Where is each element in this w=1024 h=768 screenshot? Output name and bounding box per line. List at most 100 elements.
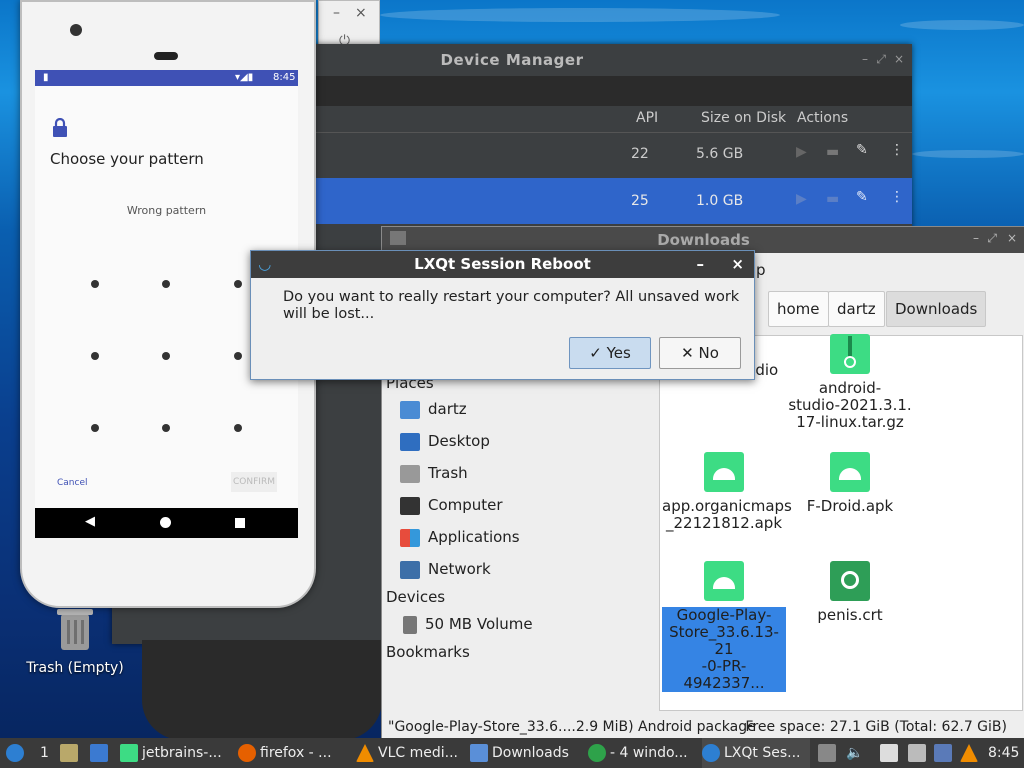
tray-vlc[interactable] bbox=[960, 738, 982, 768]
pattern-dot[interactable] bbox=[234, 352, 242, 360]
start-menu-button[interactable] bbox=[6, 738, 28, 768]
sidebar-item-trash[interactable]: Trash bbox=[400, 461, 468, 485]
show-desktop-icon bbox=[90, 744, 108, 762]
volume-icon: 🔈 bbox=[846, 745, 864, 761]
home-folder-icon bbox=[400, 400, 420, 419]
android-package-icon bbox=[830, 452, 870, 492]
task-windows[interactable]: - 4 windo... bbox=[588, 738, 696, 768]
pattern-dot[interactable] bbox=[162, 352, 170, 360]
file-view[interactable]: android-studio android- studio-2021.3.1.… bbox=[659, 334, 1023, 711]
task-downloads[interactable]: Downloads bbox=[470, 738, 578, 768]
tray-volume[interactable]: 🔈 bbox=[846, 738, 863, 768]
phone-clock: 8:45 bbox=[273, 72, 296, 83]
no-button[interactable]: ✕ No bbox=[659, 337, 741, 369]
pattern-grid[interactable] bbox=[75, 266, 255, 436]
desktop-switcher[interactable]: 1 bbox=[40, 738, 49, 768]
edit-icon[interactable]: ✎ bbox=[856, 189, 868, 205]
file-manager-status: "Google-Play-Store_33.6....2.9 MiB) Andr… bbox=[388, 717, 1019, 737]
background-window[interactable]: – × ⏻ bbox=[318, 0, 380, 49]
file-item[interactable]: android- studio-2021.3.1. 17-linux.tar.g… bbox=[788, 334, 912, 431]
sidebar-item-desktop[interactable]: Desktop bbox=[400, 429, 490, 453]
cancel-button[interactable]: Cancel bbox=[57, 478, 88, 488]
file-name: penis.crt bbox=[817, 606, 883, 624]
minimize-icon[interactable]: – bbox=[333, 5, 340, 21]
device-api: 22 bbox=[631, 146, 649, 162]
recents-icon[interactable] bbox=[235, 518, 245, 528]
speaker-grille bbox=[154, 52, 178, 60]
close-icon[interactable]: × bbox=[355, 5, 367, 21]
signal-icon: ▾◢▮ bbox=[235, 72, 254, 83]
pattern-dot[interactable] bbox=[91, 280, 99, 288]
task-lxqt-session[interactable]: LXQt Ses... bbox=[702, 738, 810, 768]
breadcrumb-dartz[interactable]: dartz bbox=[828, 291, 885, 327]
file-item[interactable]: penis.crt bbox=[788, 561, 912, 624]
sidebar-item-computer[interactable]: Computer bbox=[400, 493, 503, 517]
sidebar-item-label: Applications bbox=[428, 528, 520, 546]
status-selection: "Google-Play-Store_33.6....2.9 MiB) Andr… bbox=[388, 719, 756, 735]
home-icon[interactable] bbox=[160, 517, 171, 528]
pattern-dot[interactable] bbox=[162, 424, 170, 432]
sidebar-item-label: Computer bbox=[428, 496, 503, 514]
firefox-icon bbox=[238, 744, 256, 762]
pattern-dot[interactable] bbox=[162, 280, 170, 288]
sidebar-item-volume[interactable]: 50 MB Volume bbox=[400, 612, 533, 636]
close-icon[interactable]: × bbox=[731, 251, 744, 278]
sidebar-item-applications[interactable]: Applications bbox=[400, 525, 520, 549]
breadcrumb-home[interactable]: home bbox=[768, 291, 829, 327]
task-vlc[interactable]: VLC medi... bbox=[356, 738, 464, 768]
tray-clipboard[interactable] bbox=[880, 738, 902, 768]
sidebar-item-network[interactable]: Network bbox=[400, 557, 491, 581]
maximize-icon[interactable]: ⤢ bbox=[876, 52, 886, 67]
desktop-icon bbox=[400, 432, 420, 451]
sd-card-icon: ▮ bbox=[43, 72, 49, 83]
lxqt-logo-icon bbox=[6, 744, 24, 762]
file-item[interactable]: app.organicmaps _22121812.apk bbox=[662, 452, 792, 532]
edit-icon[interactable]: ✎ bbox=[856, 142, 868, 158]
breadcrumb-downloads[interactable]: Downloads bbox=[886, 291, 987, 327]
minimize-icon[interactable]: – bbox=[973, 231, 979, 245]
trash-icon bbox=[400, 464, 420, 483]
check-icon: ✓ bbox=[589, 344, 602, 362]
pattern-dot[interactable] bbox=[91, 424, 99, 432]
more-icon[interactable]: ⋮ bbox=[890, 142, 904, 158]
trash-icon bbox=[57, 609, 93, 650]
maximize-icon[interactable]: ⤢ bbox=[987, 231, 997, 246]
wallpaper-streak bbox=[900, 20, 1024, 30]
pattern-dot[interactable] bbox=[234, 280, 242, 288]
task-jetbrains[interactable]: jetbrains-... bbox=[120, 738, 232, 768]
sidebar-item-label: Trash bbox=[428, 464, 468, 482]
folder-icon bbox=[390, 231, 406, 245]
close-icon[interactable]: × bbox=[1007, 231, 1017, 245]
reboot-dialog: ◡ LXQt Session Reboot – × Do you want to… bbox=[250, 250, 755, 380]
file-name: android- studio-2021.3.1. 17-linux.tar.g… bbox=[788, 379, 912, 431]
tray-eject[interactable] bbox=[818, 738, 840, 768]
minimize-icon[interactable]: – bbox=[862, 52, 868, 66]
folder-icon[interactable]: ▬ bbox=[826, 144, 839, 160]
yes-button[interactable]: ✓ Yes bbox=[569, 337, 651, 369]
play-icon[interactable]: ▶ bbox=[796, 144, 807, 160]
minimize-icon[interactable]: – bbox=[697, 251, 705, 278]
sidebar-item-dartz[interactable]: dartz bbox=[400, 397, 467, 421]
file-item[interactable]: F-Droid.apk bbox=[788, 452, 912, 515]
pattern-dot[interactable] bbox=[234, 424, 242, 432]
menu-fragment: p bbox=[756, 261, 766, 279]
pattern-dot[interactable] bbox=[91, 352, 99, 360]
quicklaunch-filemanager[interactable] bbox=[60, 738, 82, 768]
applications-icon bbox=[400, 528, 420, 547]
tray-updates[interactable] bbox=[934, 738, 956, 768]
folder-icon[interactable]: ▬ bbox=[826, 191, 839, 207]
play-icon[interactable]: ▶ bbox=[796, 191, 807, 207]
more-icon[interactable]: ⋮ bbox=[890, 189, 904, 205]
back-icon[interactable]: ◀ bbox=[85, 514, 95, 529]
file-item-selected[interactable]: Google-Play- Store_33.6.13-21 -0-PR-4942… bbox=[662, 561, 786, 692]
quicklaunch-desktop[interactable] bbox=[90, 738, 112, 768]
confirm-button[interactable]: CONFIRM bbox=[231, 472, 277, 492]
task-firefox[interactable]: firefox - ... bbox=[238, 738, 346, 768]
clock[interactable]: 8:45 bbox=[988, 738, 1019, 768]
column-api[interactable]: API bbox=[636, 110, 658, 126]
close-icon[interactable]: × bbox=[894, 52, 904, 66]
vlc-icon bbox=[960, 744, 978, 762]
column-size[interactable]: Size on Disk bbox=[701, 110, 786, 126]
tray-network[interactable] bbox=[908, 738, 930, 768]
phone-status-bar: ▮ ▾◢▮ 8:45 bbox=[35, 70, 298, 86]
